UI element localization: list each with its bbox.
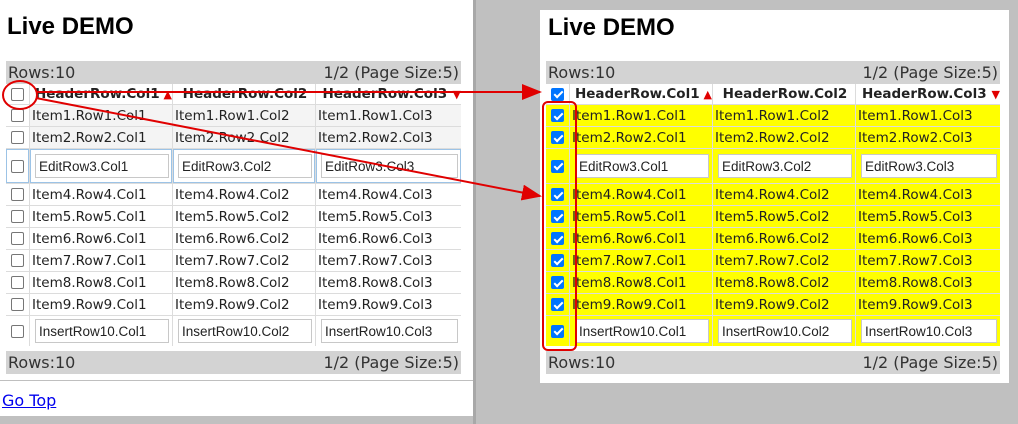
annotation-arrow-rows <box>35 97 542 201</box>
header-checkbox-highlight-circle <box>2 80 38 110</box>
row-checkbox-column-highlight <box>542 101 577 351</box>
annotation-overlay <box>2 80 577 351</box>
